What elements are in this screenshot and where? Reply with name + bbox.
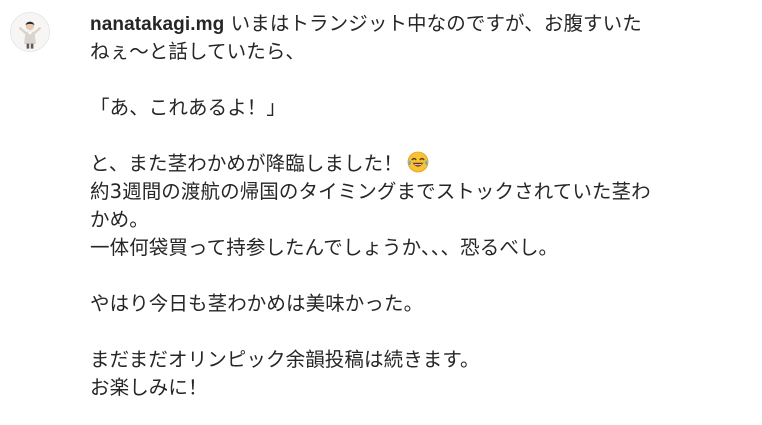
caption-text-line: と、また茎わかめが降臨しました！: [90, 152, 403, 175]
caption-line-2: ねぇ～と話していたら、: [90, 40, 306, 63]
post-caption-container: nanatakagi.mg いまはトランジット中なのですが、お腹すいた ねぇ～と…: [0, 0, 762, 425]
caption-line-9: まだまだオリンピック余韻投稿は続きます。: [90, 348, 480, 371]
caption-line-10: お楽しみに！: [90, 376, 208, 399]
avatar-person-icon: [11, 13, 49, 51]
username-link[interactable]: nanatakagi.mg: [90, 14, 224, 35]
caption-line-7: 一体何袋買って持参したんでしょうか、、、恐るべし。: [90, 236, 559, 259]
avatar[interactable]: [10, 12, 50, 52]
caption-line-8: やはり今日も茎わかめは美味かった。: [90, 292, 424, 315]
caption-text: nanatakagi.mg いまはトランジット中なのですが、お腹すいた ねぇ～と…: [90, 10, 750, 402]
caption-line-6: かめ。: [90, 208, 149, 231]
caption-line-1: nanatakagi.mg いまはトランジット中なのですが、お腹すいた: [90, 10, 750, 38]
caption-line-5: 約3週間の渡航の帰国のタイミングまでストックされていた茎わ: [90, 180, 651, 203]
face-with-tears-of-joy-icon: [407, 151, 429, 181]
caption-text-line: いまはトランジット中なのですが、お腹すいた: [224, 12, 642, 35]
caption-line-3: 「あ、これあるよ！」: [90, 96, 287, 119]
caption-line-4: と、また茎わかめが降臨しました！: [90, 150, 750, 178]
